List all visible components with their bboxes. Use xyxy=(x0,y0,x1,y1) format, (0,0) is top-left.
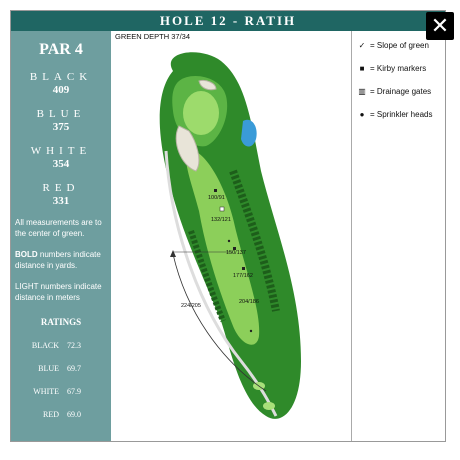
marker-label: 177/162 xyxy=(233,273,253,279)
tee-white: WHITE 354 xyxy=(11,145,111,170)
marker-label: 150/137 xyxy=(226,250,246,256)
rating-value: 69.7 xyxy=(67,364,81,373)
legend-item-sprinkler: ● = Sprinkler heads xyxy=(357,110,447,119)
rating-name: WHITE xyxy=(33,387,59,396)
drainage-gate-icon xyxy=(219,206,225,212)
legend-item-drainage: ▥ = Drainage gates xyxy=(357,87,447,96)
kirby-marker xyxy=(214,189,217,192)
sidebar: PAR 4 BLACK 409 BLUE 375 WHITE 354 RED 3… xyxy=(11,31,111,441)
marker-label: 100/91 xyxy=(208,195,225,201)
dot-icon: ● xyxy=(359,110,365,119)
rating-black: BLACK 72.3 xyxy=(11,341,111,350)
legend: ✓ = Slope of green ■ = Kirby markers ▥ =… xyxy=(357,41,447,133)
hole-title: HOLE 12 - RATIH xyxy=(11,11,445,31)
legend-label: = Drainage gates xyxy=(370,87,432,96)
legend-label: = Kirby markers xyxy=(370,64,427,73)
green-depth-label: GREEN DEPTH 37/34 xyxy=(115,32,191,41)
tee-yards: 375 xyxy=(52,121,70,133)
rating-name: BLACK xyxy=(31,341,59,350)
tee-yards: 331 xyxy=(52,195,70,207)
grate-icon: ▥ xyxy=(358,87,366,96)
meters-note: LIGHT numbers indicate distance in meter… xyxy=(15,282,102,302)
rating-value: 67.9 xyxy=(67,387,81,396)
par-label: PAR 4 xyxy=(39,41,83,58)
tee-name: WHITE xyxy=(30,145,92,157)
marker-label: 204/186 xyxy=(239,299,259,305)
tee-black: BLACK 409 xyxy=(11,71,111,96)
rating-name: RED xyxy=(43,410,59,419)
tee-box xyxy=(263,402,275,410)
square-icon: ■ xyxy=(359,64,365,73)
rating-red: RED 69.0 xyxy=(11,410,111,419)
hole-map-graphic: 100/91 132/121 150/137 177/162 204/186 2… xyxy=(159,52,301,419)
rating-value: 69.0 xyxy=(67,410,81,419)
putting-green xyxy=(183,91,219,135)
yards-note: BOLD numbers indicate distance in yards. xyxy=(15,249,111,271)
rating-blue: BLUE 69.7 xyxy=(11,364,111,373)
sprinkler-head-icon xyxy=(249,329,253,333)
tee-name: BLUE xyxy=(36,108,86,120)
arrow-head-icon xyxy=(170,250,176,257)
measurement-note: All measurements are to the center of gr… xyxy=(15,218,102,238)
marker-label: 132/121 xyxy=(211,217,231,223)
map-divider xyxy=(351,31,352,441)
slope-arrow-icon: ✓ xyxy=(358,41,366,50)
legend-item-kirby: ■ = Kirby markers xyxy=(357,64,447,73)
bold-word: BOLD xyxy=(15,250,38,259)
legend-label: = Sprinkler heads xyxy=(370,110,433,119)
hole-map: GREEN DEPTH 37/34 100/91 132/121 150/137… xyxy=(111,31,351,441)
tee-red: RED 331 xyxy=(11,182,111,207)
tee-yards: 409 xyxy=(52,84,70,96)
water-hazard xyxy=(241,119,257,147)
rating-value: 72.3 xyxy=(67,341,81,350)
tee-blue: BLUE 375 xyxy=(11,108,111,133)
tee-name: RED xyxy=(42,182,80,194)
tee-name: BLACK xyxy=(29,71,93,83)
rating-name: BLUE xyxy=(38,364,59,373)
carry-label: 224/205 xyxy=(181,303,201,309)
tee-yards: 354 xyxy=(52,158,70,170)
kirby-marker xyxy=(242,267,245,270)
ratings-title: RATINGS xyxy=(40,317,82,327)
hole-info-panel: HOLE 12 - RATIH PAR 4 BLACK 409 BLUE 375… xyxy=(10,10,446,442)
legend-label: = Slope of green xyxy=(370,41,429,50)
close-button[interactable]: ✕ xyxy=(426,12,454,40)
legend-item-slope: ✓ = Slope of green xyxy=(357,41,447,50)
sprinkler-head-icon xyxy=(227,239,231,243)
rating-white: WHITE 67.9 xyxy=(11,387,111,396)
